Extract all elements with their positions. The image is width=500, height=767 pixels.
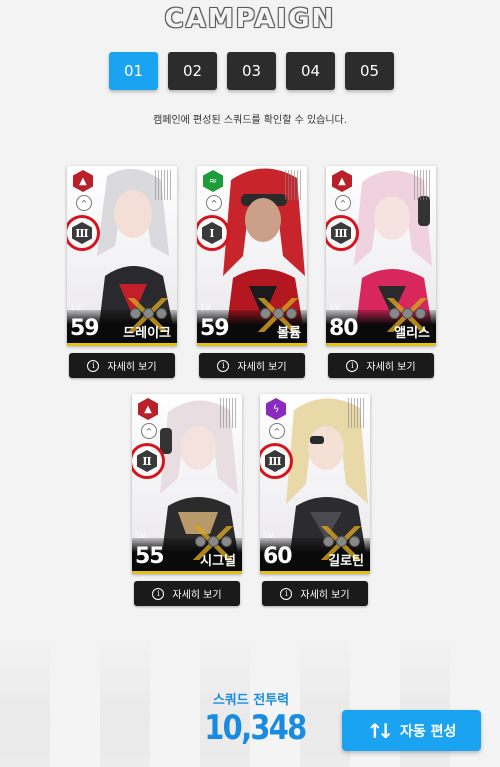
view-details-button[interactable]: i 자세히 보기	[328, 353, 434, 378]
character-level: 59	[200, 316, 230, 341]
level-label: LV.	[264, 531, 276, 541]
page-title: CAMPAIGN	[164, 4, 336, 34]
view-details-label: 자세히 보기	[107, 362, 157, 373]
burst-skill-icon: ^	[76, 195, 92, 211]
card-accent-bar	[326, 343, 436, 346]
character-level: 59	[70, 316, 100, 341]
star-icon	[323, 536, 334, 547]
star-icon	[273, 308, 284, 319]
level-label: LV.	[201, 303, 213, 313]
star-icon	[221, 536, 232, 547]
barcode-decoration	[414, 170, 432, 200]
weapon-grade-badge: Ⅰ	[202, 222, 222, 244]
level-label: LV.	[136, 531, 148, 541]
star-icon	[286, 308, 297, 319]
burst-skill-icon: ^	[141, 423, 157, 439]
info-icon: i	[217, 359, 230, 372]
squad-description: 캠페인에 편성된 스쿼드를 확인할 수 있습니다.	[153, 115, 347, 126]
star-rating	[389, 308, 426, 319]
star-icon	[336, 536, 347, 547]
character-card[interactable]: ≈ ^ Ⅰ LV. 59 볼륨	[197, 166, 307, 346]
swap-arrows-icon: ↑↓	[366, 718, 394, 743]
squad-power-label: 스쿼드 전투력	[212, 693, 290, 708]
character-card[interactable]: ▲ ^ Ⅲ LV. 59 드레이크	[67, 166, 177, 346]
tab-02[interactable]: 02	[168, 52, 217, 90]
card-accent-bar	[132, 571, 242, 574]
auto-formation-label: 자동 편성	[400, 723, 457, 740]
star-icon	[389, 308, 400, 319]
weapon-grade-badge: Ⅱ	[137, 450, 157, 472]
info-icon: i	[87, 359, 100, 372]
star-icon	[402, 308, 413, 319]
star-rating	[130, 308, 167, 319]
barcode-decoration	[220, 398, 238, 428]
star-icon	[195, 536, 206, 547]
card-accent-bar	[260, 571, 370, 574]
star-icon	[143, 308, 154, 319]
card-accent-bar	[197, 343, 307, 346]
star-icon	[349, 536, 360, 547]
view-details-button[interactable]: i 자세히 보기	[69, 353, 175, 378]
star-rating	[323, 536, 360, 547]
campaign-tabs: 01 02 03 04 05	[109, 52, 394, 90]
level-label: LV.	[330, 303, 342, 313]
burst-skill-icon: ^	[335, 195, 351, 211]
level-label: LV.	[71, 303, 83, 313]
view-details-button[interactable]: i 자세히 보기	[262, 581, 368, 606]
view-details-button[interactable]: i 자세히 보기	[134, 581, 240, 606]
star-icon	[208, 536, 219, 547]
view-details-label: 자세히 보기	[300, 590, 350, 601]
weapon-grade-badge: Ⅲ	[265, 450, 285, 472]
card-accent-bar	[67, 343, 177, 346]
view-details-label: 자세히 보기	[172, 590, 222, 601]
tab-01[interactable]: 01	[109, 52, 158, 90]
burst-skill-icon: ^	[269, 423, 285, 439]
character-name: 시그널	[200, 554, 236, 569]
star-rating	[195, 536, 232, 547]
auto-formation-button[interactable]: ↑↓ 자동 편성	[342, 710, 481, 751]
character-name: 앨리스	[394, 326, 430, 341]
barcode-decoration	[348, 398, 366, 428]
character-name: 드레이크	[123, 326, 171, 341]
character-card[interactable]: ▲ ^ Ⅱ LV. 55 시그널	[132, 394, 242, 574]
character-level: 80	[329, 316, 359, 341]
character-name: 길로틴	[328, 554, 364, 569]
barcode-decoration	[155, 170, 173, 200]
barcode-decoration	[285, 170, 303, 200]
info-icon: i	[280, 587, 293, 600]
weapon-grade-badge: Ⅲ	[72, 222, 92, 244]
tab-04[interactable]: 04	[286, 52, 335, 90]
tab-05[interactable]: 05	[345, 52, 394, 90]
tab-03[interactable]: 03	[227, 52, 276, 90]
info-icon: i	[346, 359, 359, 372]
character-level: 60	[263, 544, 293, 569]
star-icon	[130, 308, 141, 319]
burst-skill-icon: ^	[206, 195, 222, 211]
character-card[interactable]: ▲ ^ Ⅲ LV. 80 앨리스	[326, 166, 436, 346]
star-icon	[156, 308, 167, 319]
character-card[interactable]: ϟ ^ Ⅲ LV. 60 길로틴	[260, 394, 370, 574]
star-icon	[415, 308, 426, 319]
info-icon: i	[152, 587, 165, 600]
view-details-button[interactable]: i 자세히 보기	[199, 353, 305, 378]
star-rating	[260, 308, 297, 319]
star-icon	[260, 308, 271, 319]
character-level: 55	[135, 544, 165, 569]
view-details-label: 자세히 보기	[366, 362, 416, 373]
weapon-grade-badge: Ⅲ	[331, 222, 351, 244]
squad-power-value: 10,348	[204, 708, 307, 748]
view-details-label: 자세히 보기	[237, 362, 287, 373]
character-name: 볼륨	[277, 326, 301, 341]
